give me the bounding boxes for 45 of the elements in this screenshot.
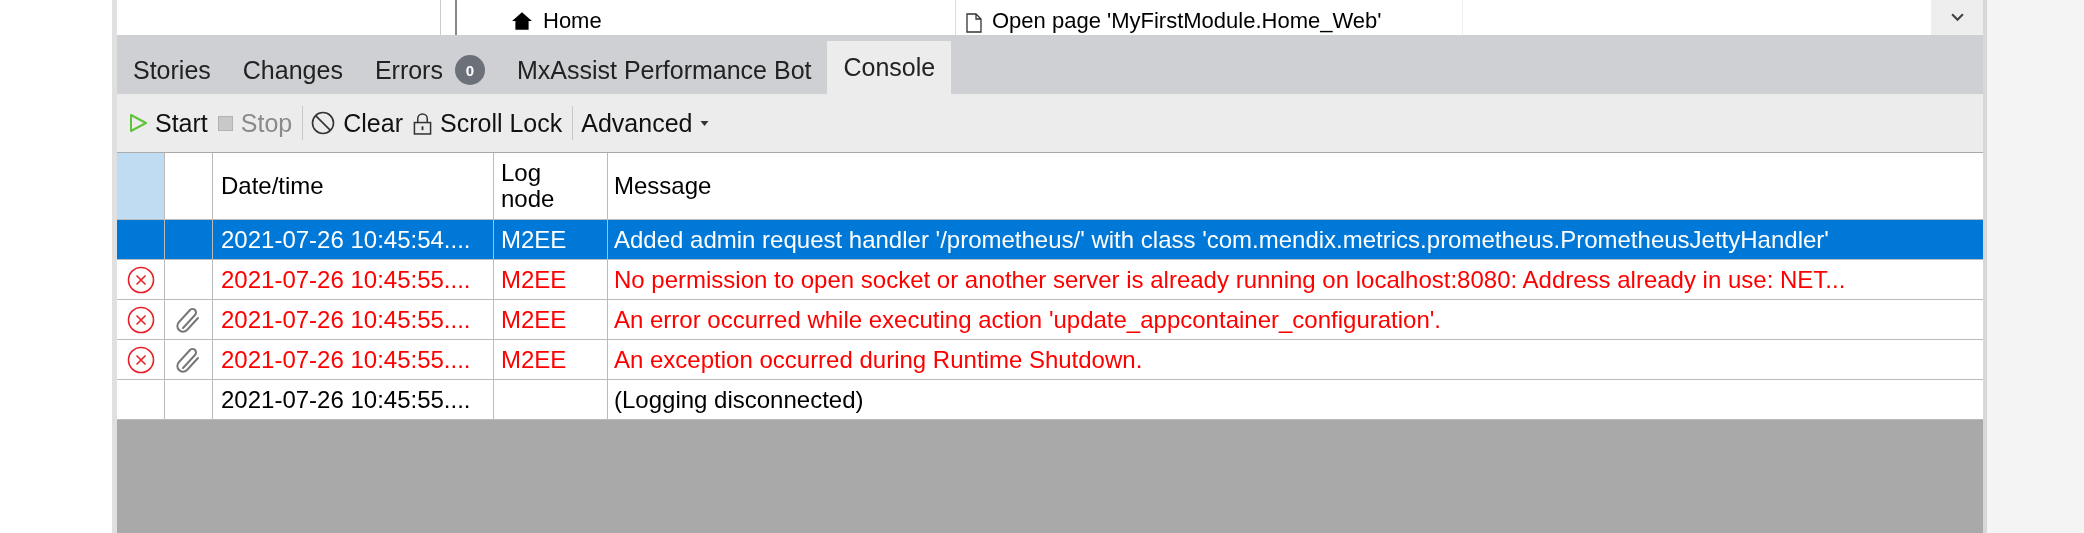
- toolbar-button[interactable]: Clear: [309, 104, 411, 142]
- table-cell: M2EE: [501, 345, 567, 374]
- table-cell: Added admin request handler '/prometheus/' with class 'com.mendix.metrics.prometheus.PrometheusJettyHandler': [614, 225, 1829, 254]
- error-icon: [126, 265, 155, 294]
- tab[interactable]: Errors 0: [358, 46, 501, 94]
- tab[interactable]: Stories: [117, 46, 227, 94]
- table-cell: M2EE: [501, 305, 567, 334]
- log-row[interactable]: 2021-07-26 10:45:55.... M2EE An exception occurred during Runtime Shutdown.: [117, 340, 1983, 380]
- grid-cell: Home: [543, 7, 602, 33]
- caret-icon: [700, 120, 710, 126]
- count-badge: 0: [454, 55, 485, 85]
- chevron-down-icon[interactable]: [1950, 13, 1964, 22]
- column-header[interactable]: Log node: [501, 159, 571, 213]
- table-cell: 2021-07-26 10:45:55....: [221, 345, 471, 374]
- toolbar-button[interactable]: Scroll Lock: [411, 104, 571, 142]
- grid-cell: Open page 'MyFirstModule.Home_Web': [992, 7, 1382, 33]
- log-row[interactable]: 2021-07-26 10:45:55.... M2EE An error occurred while executing action 'update_appcontainer_configuration'.: [117, 300, 1983, 340]
- page-icon: [966, 13, 982, 33]
- play-icon: [129, 114, 147, 132]
- toolbar-button[interactable]: Start: [127, 104, 216, 142]
- table-cell: 2021-07-26 10:45:55....: [221, 305, 471, 334]
- table-cell: (Logging disconnected): [614, 385, 864, 414]
- log-row[interactable]: 2021-07-26 10:45:54.... M2EE Added admin request handler '/prometheus/' with class 'com.mendix.metrics.prometheus.PrometheusJettyHandler': [117, 220, 1983, 260]
- tab[interactable]: MxAssist Performance Bot: [500, 46, 828, 94]
- table-cell: An error occurred while executing action 'update_appcontainer_configuration'.: [614, 305, 1441, 334]
- table-cell: M2EE: [501, 265, 567, 294]
- table-cell: An exception occurred during Runtime Shutdown.: [614, 345, 1143, 374]
- table-cell: M2EE: [501, 225, 567, 254]
- column-header[interactable]: Date/time: [221, 172, 324, 200]
- home-icon: [511, 11, 533, 31]
- table-cell: No permission to open socket or another server is already running on localhost:8080: Address already in use: NET...: [614, 265, 1846, 294]
- table-cell: 2021-07-26 10:45:55....: [221, 385, 471, 414]
- padlock-icon: [413, 111, 432, 135]
- error-icon: [126, 305, 155, 334]
- log-row[interactable]: 2021-07-26 10:45:55.... (Logging disconnected): [117, 380, 1983, 420]
- tab[interactable]: Console: [827, 41, 952, 94]
- error-icon: [126, 345, 155, 374]
- table-cell: 2021-07-26 10:45:54....: [221, 225, 471, 254]
- tab[interactable]: Changes: [226, 46, 359, 94]
- table-cell: 2021-07-26 10:45:55....: [221, 265, 471, 294]
- dropdown-button[interactable]: Advanced: [579, 104, 718, 142]
- stop-icon: [217, 115, 233, 131]
- prohibited-icon: [311, 111, 336, 135]
- log-row[interactable]: 2021-07-26 10:45:55.... M2EE No permission to open socket or another server is already running on localhost:8080: Address already in use: NET...: [117, 260, 1983, 300]
- column-header[interactable]: Message: [614, 172, 712, 200]
